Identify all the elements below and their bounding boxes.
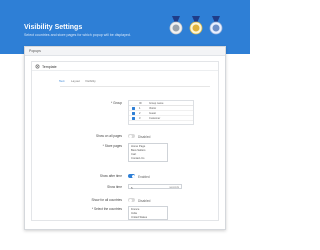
medal-badge-icon: [188, 16, 204, 36]
group-name: Customer: [149, 117, 161, 120]
group-label: * Group: [111, 101, 122, 105]
tab-layout[interactable]: Layout: [71, 79, 80, 83]
show-time-unit: seconds: [169, 185, 179, 189]
country-option[interactable]: India: [131, 212, 137, 215]
tab-text[interactable]: Text: [59, 79, 65, 83]
tab-visibility[interactable]: Visibility: [85, 79, 96, 83]
tab-divider: [60, 86, 210, 87]
show-time-input[interactable]: 5 seconds: [128, 184, 182, 190]
show-all-pages-state: Disabled: [138, 134, 151, 139]
store-page-option[interactable]: Contact-Us: [131, 157, 144, 160]
store-page-option[interactable]: Home Page: [131, 145, 145, 148]
show-all-countries-toggle[interactable]: [128, 198, 135, 202]
group-id: 2: [139, 112, 141, 115]
show-time-label: Show time: [107, 185, 122, 189]
table-row[interactable]: 3 Customer: [129, 116, 193, 121]
show-all-pages-toggle[interactable]: [128, 134, 135, 138]
show-after-time-state: Enabled: [138, 174, 150, 179]
badge-group: [168, 16, 228, 36]
settings-panel: Popups Template Text Layout Visibility *…: [24, 46, 226, 230]
show-time-value: 5: [131, 185, 133, 190]
page-subtitle: Select countries and store pages for whi…: [24, 33, 131, 37]
countries-select[interactable]: France India United States: [128, 206, 168, 220]
panel-topbar: Popups: [25, 47, 225, 56]
group-checkbox[interactable]: [132, 117, 135, 120]
toggle-knob: [128, 134, 132, 138]
show-all-countries-label: Show for all countries: [91, 198, 122, 202]
group-checkbox[interactable]: [132, 112, 135, 115]
template-card-header: Template: [32, 62, 218, 71]
group-checkbox[interactable]: [132, 107, 135, 110]
country-option[interactable]: United States: [131, 216, 147, 219]
store-pages-label: * Store pages: [102, 144, 122, 148]
store-pages-select[interactable]: Home Page Best-Sellers Cart Contact-Us: [128, 143, 168, 162]
medal-badge-icon: [208, 16, 224, 36]
show-after-time-toggle[interactable]: [128, 174, 135, 178]
page-title: Visibility Settings: [24, 24, 83, 31]
template-card-title: Template: [42, 64, 57, 69]
template-card: Template Text Layout Visibility * Group …: [31, 61, 219, 221]
store-page-option[interactable]: Cart: [131, 153, 136, 156]
panel-topbar-label: Popups: [29, 49, 41, 53]
gear-icon: [35, 64, 40, 69]
toggle-knob: [128, 198, 132, 202]
show-after-time-label: Show after time: [99, 174, 122, 178]
toggle-knob: [131, 174, 135, 178]
countries-label: * Select the countries: [91, 207, 122, 211]
show-all-countries-state: Disabled: [138, 198, 151, 203]
show-all-pages-label: Show on all pages: [95, 134, 122, 138]
group-id: 1: [139, 107, 141, 110]
group-table: ID Group name 1 Visitor 2 Guest 3 Custom…: [128, 100, 194, 125]
group-name: Guest: [149, 112, 156, 115]
group-name-header: Group name: [149, 102, 164, 105]
group-name: Visitor: [149, 107, 157, 110]
medal-badge-icon: [168, 16, 184, 36]
store-page-option[interactable]: Best-Sellers: [131, 149, 146, 152]
group-id: 3: [139, 117, 141, 120]
country-option[interactable]: France: [131, 208, 139, 211]
group-id-header: ID: [139, 102, 142, 105]
